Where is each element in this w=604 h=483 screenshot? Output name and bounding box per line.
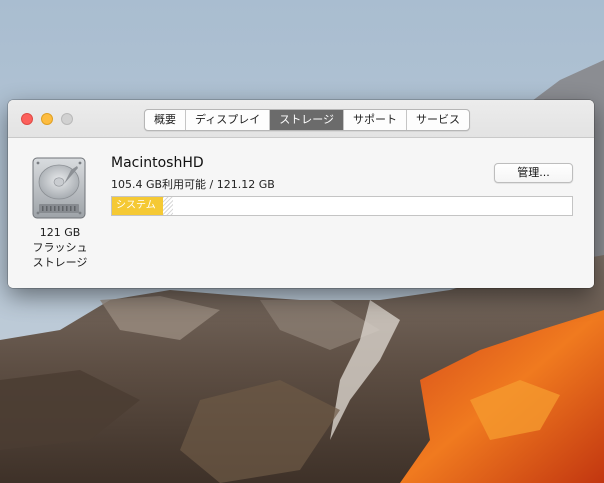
- disk-capacity: 121 GB: [39, 226, 81, 239]
- storage-segment-system[interactable]: システム: [112, 197, 163, 215]
- disk-type-line2: ストレージ: [32, 256, 88, 269]
- volume-capacity-info: 105.4 GB利用可能 / 121.12 GB: [111, 178, 275, 191]
- tab-storage[interactable]: ストレージ: [270, 110, 345, 130]
- zoom-button: [61, 113, 73, 125]
- about-this-mac-window: 概要 ディスプレイ ストレージ サポート サービス 121 GB フラッシュ ス…: [8, 100, 594, 288]
- titlebar: 概要 ディスプレイ ストレージ サポート サービス: [8, 100, 594, 138]
- manage-button[interactable]: 管理...: [494, 163, 573, 183]
- tab-overview[interactable]: 概要: [145, 110, 186, 130]
- storage-pane: 121 GB フラッシュ ストレージ MacintoshHD 105.4 GB利…: [8, 138, 594, 288]
- tab-service[interactable]: サービス: [407, 110, 469, 130]
- volume-name: MacintoshHD: [111, 155, 204, 171]
- disk-type-line1: フラッシュ: [32, 241, 88, 254]
- storage-segment-other[interactable]: [163, 197, 173, 215]
- hard-drive-icon: [31, 156, 87, 220]
- storage-usage-bar: システム: [111, 196, 573, 216]
- tab-displays[interactable]: ディスプレイ: [186, 110, 271, 130]
- tab-support[interactable]: サポート: [344, 110, 408, 130]
- tab-bar: 概要 ディスプレイ ストレージ サポート サービス: [144, 109, 471, 131]
- disk-caption: 121 GB フラッシュ ストレージ: [20, 225, 100, 270]
- close-button[interactable]: [21, 113, 33, 125]
- minimize-button[interactable]: [41, 113, 53, 125]
